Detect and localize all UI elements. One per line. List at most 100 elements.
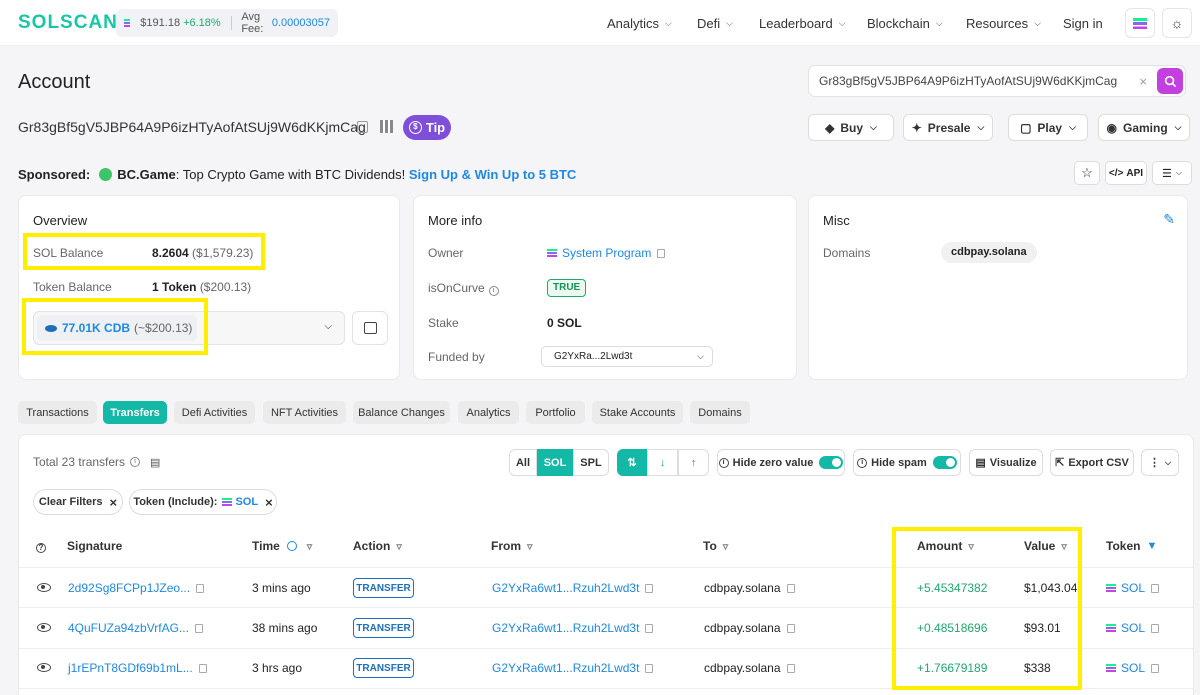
gaming-button[interactable]: ◉ Gaming ⌵ bbox=[1098, 114, 1190, 141]
visualize-button[interactable]: ▤ Visualize bbox=[969, 449, 1043, 476]
copy-icon[interactable] bbox=[196, 584, 205, 593]
clear-icon[interactable]: × bbox=[1139, 74, 1147, 89]
nav-leaderboard[interactable]: Leaderboard ⌵ bbox=[759, 0, 846, 46]
wallet-button[interactable] bbox=[352, 311, 388, 345]
copy-icon[interactable] bbox=[1151, 663, 1160, 673]
nav-analytics[interactable]: Analytics ⌵ bbox=[607, 0, 672, 46]
copy-icon[interactable] bbox=[657, 248, 666, 258]
signature-link[interactable]: 4QuFUZa94zbVrfAG... bbox=[68, 621, 189, 635]
table-row-from[interactable]: G2YxRa6wt1...Rzuh2Lwd3t bbox=[492, 661, 654, 675]
nav-resources[interactable]: Resources ⌵ bbox=[966, 0, 1041, 46]
funded-by-select[interactable]: G2YxRa...2Lwd3t ⌵ bbox=[541, 346, 713, 367]
to-link[interactable]: cdbpay.solana bbox=[704, 661, 781, 675]
table-row-from[interactable]: G2YxRa6wt1...Rzuh2Lwd3t bbox=[492, 621, 654, 635]
star-icon[interactable]: ☆ bbox=[1074, 161, 1100, 185]
table-row-from[interactable]: G2YxRa6wt1...Rzuh2Lwd3t bbox=[492, 581, 654, 595]
to-link[interactable]: cdbpay.solana bbox=[704, 621, 781, 635]
sponsor-cta-link[interactable]: Sign Up & Win Up to 5 BTC bbox=[409, 167, 576, 182]
tab-stake-accounts[interactable]: Stake Accounts bbox=[592, 401, 683, 424]
tab-nft-activities[interactable]: NFT Activities bbox=[263, 401, 346, 424]
filter-spl[interactable]: SPL bbox=[573, 449, 609, 476]
token-link[interactable]: SOL bbox=[1121, 581, 1145, 595]
tab-balance-changes[interactable]: Balance Changes bbox=[353, 401, 450, 424]
filter-icon[interactable]: ▿ bbox=[307, 540, 313, 553]
info-icon[interactable]: i bbox=[130, 457, 141, 467]
buy-button[interactable]: ◆ Buy ⌵ bbox=[808, 114, 894, 141]
table-row-signature[interactable]: j1rEPnT8GDf69b1mL... bbox=[68, 661, 207, 675]
theme-toggle-button[interactable]: ☼ bbox=[1162, 8, 1192, 38]
eye-icon[interactable] bbox=[37, 583, 51, 592]
copy-icon[interactable] bbox=[786, 664, 795, 673]
copy-icon[interactable] bbox=[1151, 583, 1160, 593]
search-button[interactable] bbox=[1157, 68, 1183, 94]
nav-defi[interactable]: Defi ⌵ bbox=[697, 0, 733, 46]
tab-analytics[interactable]: Analytics bbox=[458, 401, 519, 424]
filter-icon[interactable]: ▿ bbox=[723, 540, 729, 553]
direction-in-button[interactable]: ↓ bbox=[647, 449, 678, 476]
copy-icon[interactable] bbox=[645, 664, 654, 673]
signature-link[interactable]: 2d92Sg8FCPp1JZeo... bbox=[68, 581, 190, 595]
table-row-signature[interactable]: 4QuFUZa94zbVrfAG... bbox=[68, 621, 203, 635]
help-icon[interactable]: ? bbox=[36, 539, 50, 553]
owner-link[interactable]: System Program bbox=[547, 246, 666, 260]
table-row-to[interactable]: cdbpay.solana bbox=[704, 581, 795, 595]
tab-portfolio[interactable]: Portfolio bbox=[526, 401, 585, 424]
network-switch-button[interactable] bbox=[1125, 8, 1155, 38]
copy-icon[interactable] bbox=[198, 664, 207, 673]
clock-icon[interactable] bbox=[286, 541, 297, 551]
token-include-chip[interactable]: Token (Include): SOL × bbox=[129, 489, 277, 515]
filter-sol[interactable]: SOL bbox=[537, 449, 573, 476]
list-menu-button[interactable]: ☰ ⌵ bbox=[1152, 161, 1192, 185]
to-link[interactable]: cdbpay.solana bbox=[704, 581, 781, 595]
domain-badge[interactable]: cdbpay.solana bbox=[941, 242, 1037, 263]
tab-defi-activities[interactable]: Defi Activities bbox=[174, 401, 255, 424]
copy-icon[interactable] bbox=[645, 584, 654, 593]
chart-icon[interactable]: ▤ bbox=[150, 456, 160, 469]
filter-icon[interactable]: ▿ bbox=[527, 540, 533, 553]
tab-domains[interactable]: Domains bbox=[690, 401, 750, 424]
filter-active-icon[interactable]: ▼ bbox=[1146, 540, 1157, 552]
hide-spam-toggle[interactable]: i Hide spam bbox=[853, 449, 961, 476]
clear-filters-chip[interactable]: Clear Filters × bbox=[33, 489, 123, 515]
tab-transactions[interactable]: Transactions bbox=[18, 401, 97, 424]
search-input[interactable]: Gr83gBf5gV5JBP64A9P6izHTyAofAtSUj9W6dKKj… bbox=[808, 65, 1186, 97]
play-button[interactable]: ▢ Play ⌵ bbox=[1008, 114, 1088, 141]
signin-link[interactable]: Sign in bbox=[1063, 0, 1103, 46]
nav-blockchain[interactable]: Blockchain ⌵ bbox=[867, 0, 943, 46]
eye-icon[interactable] bbox=[37, 663, 51, 672]
copy-icon[interactable] bbox=[357, 121, 368, 133]
hide-zero-toggle[interactable]: i Hide zero value bbox=[717, 449, 845, 476]
table-row-token[interactable]: SOL bbox=[1106, 621, 1160, 635]
solscan-logo[interactable]: SOLSCAN bbox=[18, 12, 118, 34]
from-link[interactable]: G2YxRa6wt1...Rzuh2Lwd3t bbox=[492, 661, 639, 675]
copy-icon[interactable] bbox=[1151, 623, 1160, 633]
from-link[interactable]: G2YxRa6wt1...Rzuh2Lwd3t bbox=[492, 581, 639, 595]
table-row-token[interactable]: SOL bbox=[1106, 661, 1160, 675]
table-row-signature[interactable]: 2d92Sg8FCPp1JZeo... bbox=[68, 581, 205, 595]
table-row-to[interactable]: cdbpay.solana bbox=[704, 621, 795, 635]
presale-button[interactable]: ✦ Presale ⌵ bbox=[903, 114, 993, 141]
from-link[interactable]: G2YxRa6wt1...Rzuh2Lwd3t bbox=[492, 621, 639, 635]
export-csv-button[interactable]: ⇱ Export CSV bbox=[1050, 449, 1134, 476]
edit-pencil-icon[interactable]: ✎ bbox=[1163, 211, 1175, 228]
columns-menu-button[interactable]: ⋮ ⌵ bbox=[1141, 449, 1179, 476]
copy-icon[interactable] bbox=[194, 624, 203, 633]
api-button[interactable]: </> API bbox=[1105, 161, 1147, 185]
signature-link[interactable]: j1rEPnT8GDf69b1mL... bbox=[68, 661, 193, 675]
filter-all[interactable]: All bbox=[509, 449, 537, 476]
tip-button[interactable]: $ Tip bbox=[403, 115, 451, 140]
info-icon[interactable]: i bbox=[488, 286, 499, 296]
token-link[interactable]: SOL bbox=[1121, 661, 1145, 675]
table-row-token[interactable]: SOL bbox=[1106, 581, 1160, 595]
tab-transfers[interactable]: Transfers bbox=[103, 401, 167, 424]
direction-out-button[interactable]: ↑ bbox=[678, 449, 709, 476]
qr-code-icon[interactable] bbox=[380, 120, 393, 133]
copy-icon[interactable] bbox=[645, 624, 654, 633]
copy-icon[interactable] bbox=[786, 584, 795, 593]
eye-icon[interactable] bbox=[37, 623, 51, 632]
direction-both-button[interactable]: ⇅ bbox=[617, 449, 647, 476]
filter-icon[interactable]: ▿ bbox=[396, 540, 402, 553]
sponsor-brand[interactable]: BC.Game bbox=[117, 167, 176, 182]
token-link[interactable]: SOL bbox=[1121, 621, 1145, 635]
copy-icon[interactable] bbox=[786, 624, 795, 633]
